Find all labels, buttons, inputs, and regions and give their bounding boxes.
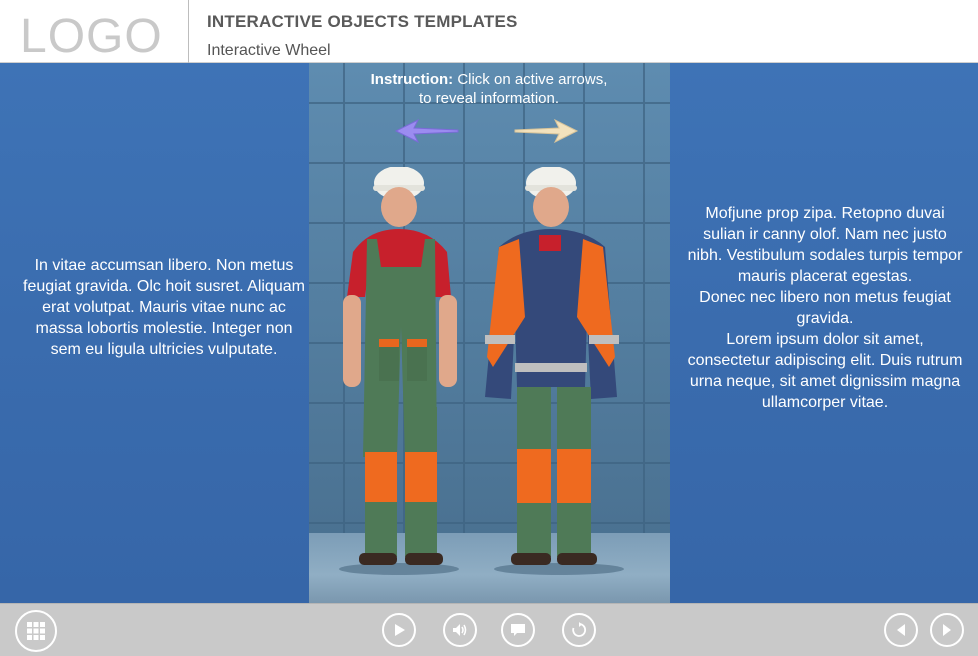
footer-toolbar (0, 603, 978, 656)
worker-jacket-image (485, 167, 624, 575)
page-subtitle: Interactive Wheel (207, 42, 331, 59)
instruction-text: Instruction: Click on active arrows, to … (349, 70, 629, 108)
previous-button[interactable] (884, 613, 918, 647)
replay-button[interactable] (562, 613, 596, 647)
grid-menu-icon (27, 622, 45, 640)
main-content: In vitae accumsan libero. Non metus feug… (0, 63, 978, 603)
right-info-panel: Mofjune prop zipa. Retopno duvai sulian … (670, 63, 978, 603)
next-button[interactable] (930, 613, 964, 647)
worker-overalls-image (339, 167, 459, 575)
logo: LOGO (0, 0, 189, 63)
left-info-panel: In vitae accumsan libero. Non metus feug… (0, 63, 309, 603)
play-icon (395, 624, 405, 636)
instruction-label: Instruction: (370, 71, 454, 88)
prev-icon (897, 624, 905, 636)
right-info-paragraph-1: Mofjune prop zipa. Retopno duvai sulian … (687, 205, 963, 285)
page-title: INTERACTIVE OBJECTS TEMPLATES (207, 12, 518, 31)
right-info-paragraph-2: Donec nec libero non metus feugiat gravi… (699, 289, 951, 327)
chat-icon (511, 624, 525, 636)
play-button[interactable] (382, 613, 416, 647)
header: LOGO INTERACTIVE OBJECTS TEMPLATES Inter… (0, 0, 978, 63)
instruction-line-2: to reveal information. (418, 90, 560, 107)
right-info-paragraph-3: Lorem ipsum dolor sit amet, consectetur … (687, 331, 963, 411)
audio-icon (453, 624, 467, 636)
menu-button[interactable] (15, 610, 57, 652)
chat-button[interactable] (501, 613, 535, 647)
right-info-text: Mofjune prop zipa. Retopno duvai sulian … (685, 203, 965, 413)
left-arrow-icon[interactable] (394, 118, 460, 144)
replay-icon (572, 622, 587, 637)
next-icon (943, 624, 951, 636)
center-photo-area: Instruction: Click on active arrows, to … (309, 63, 670, 603)
audio-button[interactable] (443, 613, 477, 647)
right-arrow-icon[interactable] (513, 118, 579, 144)
instruction-line-1: Click on active arrows, (457, 71, 608, 88)
left-info-text: In vitae accumsan libero. Non metus feug… (23, 257, 305, 358)
